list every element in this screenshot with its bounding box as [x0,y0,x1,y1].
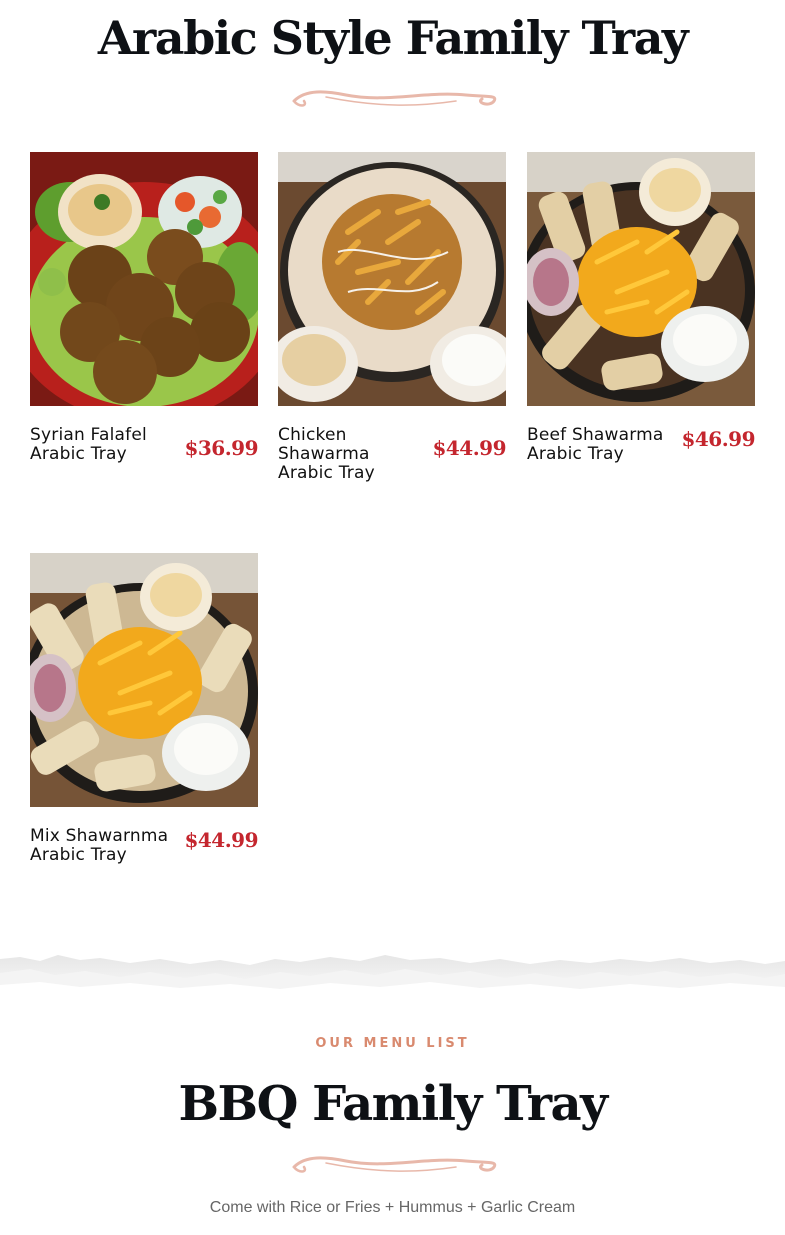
menu-item-price: $36.99 [184,436,258,460]
menu-item-name: Mix Shawarnma Arabic Tray [30,826,169,865]
mix-shawarma-tray-photo[interactable] [30,553,258,807]
menu-item-price: $44.99 [432,436,506,460]
decorative-swash-icon [292,1156,497,1173]
menu-item-name: Chicken Shawarma Arabic Tray [278,425,375,483]
menu-item-card[interactable]: Mix Shawarnma Arabic Tray $44.99 [30,553,258,865]
section-subtitle: Come with Rice or Fries + Hummus + Garli… [209,1199,576,1216]
menu-item-card[interactable]: Syrian Falafel Arabic Tray $36.99 [30,152,258,464]
beef-shawarma-tray-photo[interactable] [527,152,755,406]
menu-item-card[interactable]: Chicken Shawarma Arabic Tray $44.99 [278,152,506,483]
menu-item-price: $44.99 [184,828,258,852]
torn-paper-divider [0,955,785,1005]
menu-item-card[interactable]: Beef Shawarma Arabic Tray $46.99 [527,152,755,464]
menu-item-price: $46.99 [681,427,755,451]
decorative-swash-icon [292,90,497,107]
section-eyebrow: OUR MENU LIST [315,1036,470,1051]
falafel-plate-photo[interactable] [30,152,258,406]
section-title-bbq-tray: BBQ Family Tray [178,1076,608,1132]
menu-item-name: Syrian Falafel Arabic Tray [30,425,147,464]
menu-item-name: Beef Shawarma Arabic Tray [527,425,664,464]
chicken-shawarma-tray-photo[interactable] [278,152,506,406]
section-title-arabic-tray: Arabic Style Family Tray [97,11,689,65]
